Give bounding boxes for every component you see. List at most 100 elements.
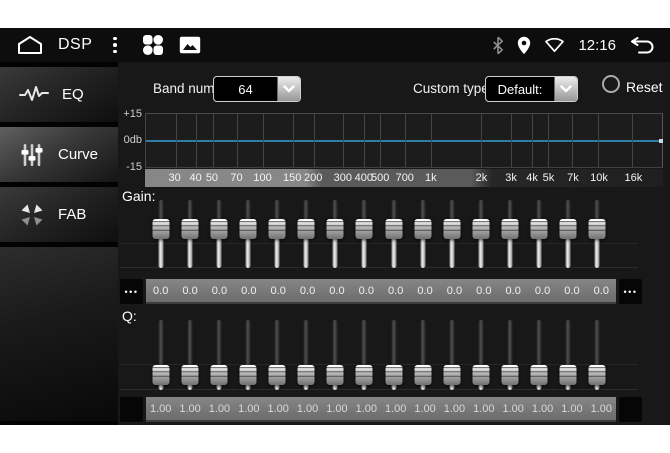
q-slider[interactable] <box>437 318 466 392</box>
q-slider-thumb[interactable] <box>181 365 198 385</box>
freq-tick-label: 150 <box>283 172 301 184</box>
sidebar: EQ Curve F <box>0 62 118 425</box>
gain-value: 0.0 <box>557 279 586 302</box>
q-slider[interactable] <box>175 318 204 392</box>
custom-type-dropdown[interactable]: Default: <box>485 76 578 102</box>
q-value: 1.00 <box>293 397 322 420</box>
gain-value: 0.0 <box>234 279 263 302</box>
gain-slider-thumb[interactable] <box>210 219 227 239</box>
gain-slider-thumb[interactable] <box>414 219 431 239</box>
q-slider-thumb[interactable] <box>152 365 169 385</box>
sidebar-item-curve[interactable]: Curve <box>0 127 118 182</box>
q-slider[interactable] <box>554 318 583 392</box>
gallery-icon[interactable] <box>179 36 201 54</box>
gain-slider-thumb[interactable] <box>239 219 256 239</box>
q-slider[interactable] <box>233 318 262 392</box>
q-slider-thumb[interactable] <box>210 365 227 385</box>
eq-response-plot[interactable] <box>145 113 663 168</box>
gain-slider-thumb[interactable] <box>589 219 606 239</box>
q-slider-thumb[interactable] <box>327 365 344 385</box>
apps-icon[interactable] <box>140 32 166 58</box>
q-slider[interactable] <box>583 318 612 392</box>
back-icon[interactable] <box>629 37 655 54</box>
gain-sliders <box>146 198 612 270</box>
home-icon[interactable] <box>15 34 45 56</box>
gain-slider[interactable] <box>583 198 612 270</box>
gain-slider-thumb[interactable] <box>385 219 402 239</box>
band-num-dropdown[interactable]: 64 <box>213 76 301 102</box>
q-more-left-button[interactable] <box>120 397 143 422</box>
q-slider-thumb[interactable] <box>239 365 256 385</box>
q-slider[interactable] <box>408 318 437 392</box>
gain-slider-thumb[interactable] <box>269 219 286 239</box>
location-icon <box>517 36 531 55</box>
band-num-dropdown-button[interactable] <box>277 77 300 101</box>
q-slider[interactable] <box>146 318 175 392</box>
q-slider-thumb[interactable] <box>414 365 431 385</box>
q-slider-thumb[interactable] <box>385 365 402 385</box>
q-slider[interactable] <box>379 318 408 392</box>
gain-slider[interactable] <box>146 198 175 270</box>
freq-gridline <box>237 114 238 167</box>
gain-slider[interactable] <box>292 198 321 270</box>
freq-tick-label: 200 <box>304 172 322 184</box>
gain-slider[interactable] <box>350 198 379 270</box>
gain-slider[interactable] <box>525 198 554 270</box>
gain-more-left-button[interactable]: ••• <box>120 279 143 304</box>
sidebar-item-eq[interactable]: EQ <box>0 67 118 122</box>
freq-tick-label: 40 <box>190 172 202 184</box>
gain-slider[interactable] <box>466 198 495 270</box>
gain-value: 0.0 <box>264 279 293 302</box>
gain-slider-thumb[interactable] <box>356 219 373 239</box>
gain-slider-thumb[interactable] <box>327 219 344 239</box>
gain-slider[interactable] <box>554 198 583 270</box>
gain-slider[interactable] <box>437 198 466 270</box>
gain-slider-thumb[interactable] <box>298 219 315 239</box>
gain-slider[interactable] <box>321 198 350 270</box>
gain-slider[interactable] <box>496 198 525 270</box>
gain-slider-thumb[interactable] <box>181 219 198 239</box>
q-slider-thumb[interactable] <box>269 365 286 385</box>
gain-slider-thumb[interactable] <box>502 219 519 239</box>
q-value: 1.00 <box>440 397 469 420</box>
q-slider-thumb[interactable] <box>298 365 315 385</box>
gain-slider-thumb[interactable] <box>152 219 169 239</box>
q-slider-thumb[interactable] <box>472 365 489 385</box>
q-slider[interactable] <box>204 318 233 392</box>
q-slider-thumb[interactable] <box>356 365 373 385</box>
gain-slider[interactable] <box>408 198 437 270</box>
gain-slider-thumb[interactable] <box>560 219 577 239</box>
gain-value: 0.0 <box>175 279 204 302</box>
gain-value: 0.0 <box>352 279 381 302</box>
gain-slider[interactable] <box>175 198 204 270</box>
gain-slider[interactable] <box>204 198 233 270</box>
q-slider[interactable] <box>263 318 292 392</box>
freq-tick-label: 30 <box>168 172 180 184</box>
q-slider[interactable] <box>292 318 321 392</box>
q-slider-thumb[interactable] <box>560 365 577 385</box>
gain-slider[interactable] <box>379 198 408 270</box>
q-slider[interactable] <box>466 318 495 392</box>
q-value: 1.00 <box>146 397 175 420</box>
q-more-right-button[interactable] <box>619 397 642 422</box>
q-slider[interactable] <box>496 318 525 392</box>
q-slider-thumb[interactable] <box>531 365 548 385</box>
q-slider-thumb[interactable] <box>502 365 519 385</box>
gain-slider-thumb[interactable] <box>531 219 548 239</box>
custom-type-dropdown-button[interactable] <box>554 77 577 101</box>
gain-slider-thumb[interactable] <box>472 219 489 239</box>
clock: 12:16 <box>578 37 616 54</box>
overflow-menu-icon[interactable] <box>113 37 117 54</box>
sidebar-item-fab[interactable]: FAB <box>0 187 118 242</box>
q-slider[interactable] <box>321 318 350 392</box>
q-slider-thumb[interactable] <box>589 365 606 385</box>
gain-slider-thumb[interactable] <box>443 219 460 239</box>
gain-slider[interactable] <box>263 198 292 270</box>
gain-slider[interactable] <box>233 198 262 270</box>
q-sliders <box>146 318 612 392</box>
reset-radio[interactable] <box>602 75 620 93</box>
q-slider[interactable] <box>350 318 379 392</box>
q-slider-thumb[interactable] <box>443 365 460 385</box>
gain-more-right-button[interactable]: ••• <box>619 279 642 304</box>
q-slider[interactable] <box>525 318 554 392</box>
